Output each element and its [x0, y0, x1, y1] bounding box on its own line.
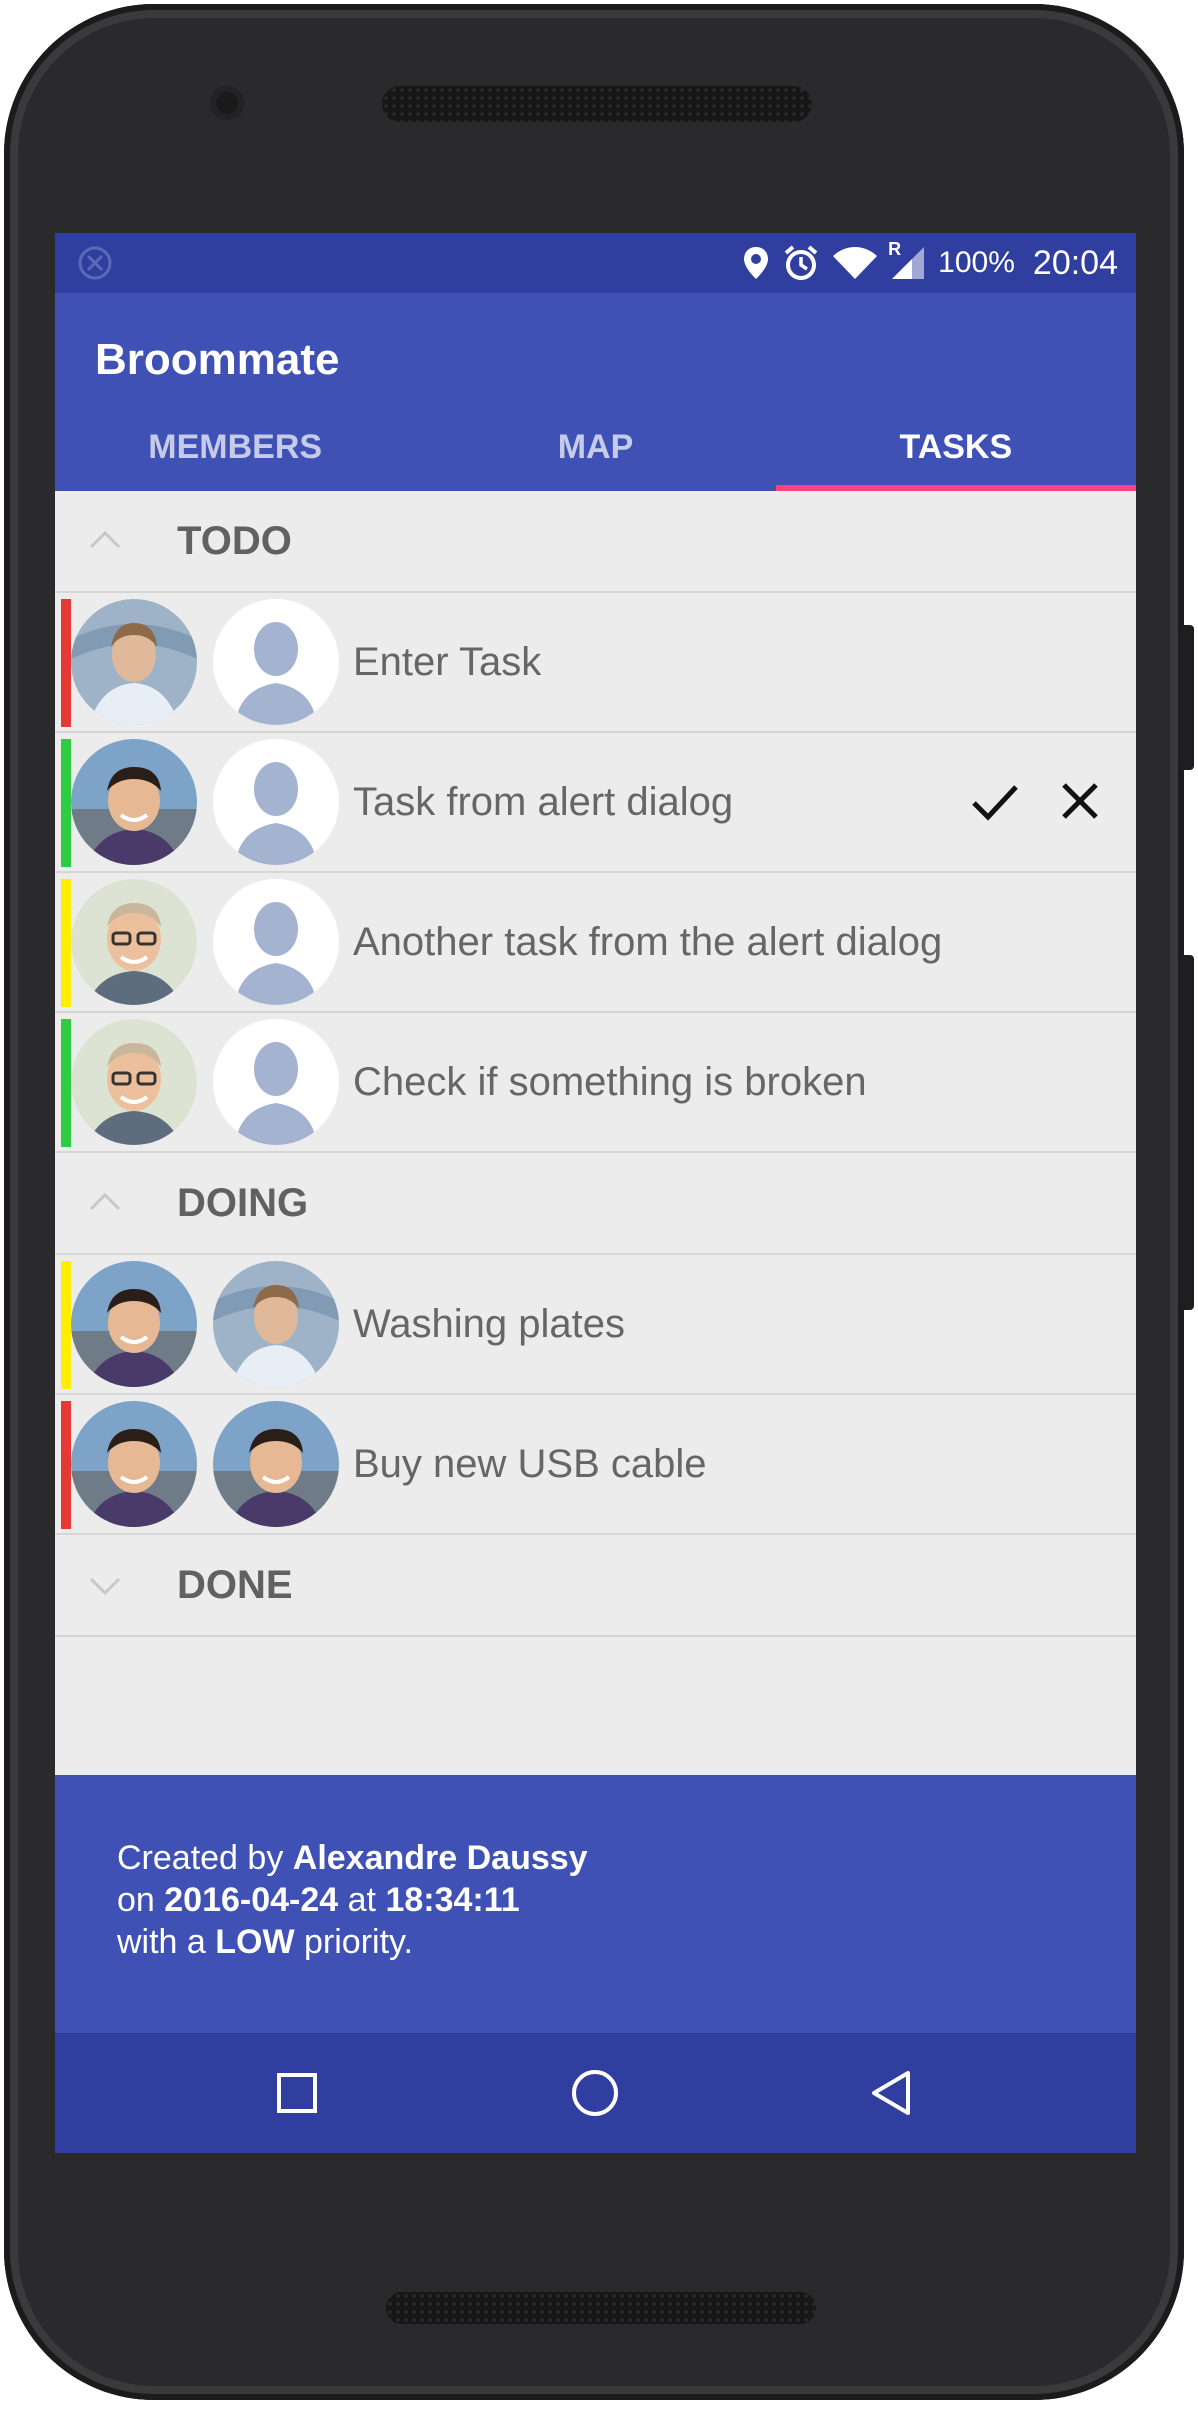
task-row[interactable]: Task from alert dialog — [55, 733, 1136, 873]
tab-members[interactable]: MEMBERS — [55, 403, 415, 491]
status-bar: R 100% 20:04 — [55, 233, 1136, 293]
task-row[interactable]: Washing plates — [55, 1255, 1136, 1395]
task-row[interactable]: Enter Task — [55, 593, 1136, 733]
section-header-doing[interactable]: DOING — [55, 1153, 1136, 1255]
assignee-avatar-placeholder — [213, 879, 339, 1005]
power-button — [1180, 625, 1194, 770]
assignee-avatar — [213, 1261, 339, 1387]
created-time: 18:34:11 — [385, 1881, 520, 1919]
creator-name: Alexandre Daussy — [292, 1839, 588, 1877]
home-button[interactable] — [565, 2063, 625, 2123]
tab-map[interactable]: MAP — [415, 403, 775, 491]
section-header-todo[interactable]: TODO — [55, 491, 1136, 593]
creator-avatar — [71, 879, 197, 1005]
creator-avatar — [71, 739, 197, 865]
at-label: at — [338, 1881, 386, 1919]
creator-avatar — [71, 1401, 197, 1527]
created-date: 2016-04-24 — [164, 1881, 339, 1919]
assignee-avatar-placeholder — [213, 599, 339, 725]
app-title: Broommate — [95, 335, 340, 384]
task-actions — [968, 775, 1106, 827]
alarm-icon — [782, 244, 820, 282]
priority-indicator — [61, 739, 71, 867]
location-icon — [742, 245, 770, 281]
square-icon — [277, 2073, 317, 2113]
section-label: DOING — [177, 1181, 309, 1225]
creator-avatar — [71, 599, 197, 725]
navigation-bar — [55, 2033, 1136, 2153]
front-camera — [210, 86, 244, 120]
task-list: TODO Enter Task Task from alert dialog A… — [55, 491, 1136, 1637]
priority-suffix: priority. — [294, 1923, 413, 1961]
creator-avatar — [71, 1261, 197, 1387]
task-title: Another task from the alert dialog — [353, 919, 943, 964]
priority-indicator — [61, 1401, 71, 1529]
screen: R 100% 20:04 Broommate MEMBERS MAP TASKS… — [55, 233, 1136, 2153]
task-title: Buy new USB cable — [353, 1441, 707, 1486]
bottom-speaker — [386, 2292, 816, 2324]
with-label: with a — [117, 1923, 216, 1961]
section-label: TODO — [177, 519, 292, 563]
created-by-label: Created by — [117, 1839, 293, 1877]
app-bar: Broommate MEMBERS MAP TASKS — [55, 293, 1136, 491]
back-triangle-icon — [872, 2071, 910, 2115]
battery-percent: 100% — [938, 246, 1015, 279]
back-button[interactable] — [861, 2063, 921, 2123]
task-row[interactable]: Buy new USB cable — [55, 1395, 1136, 1535]
chevron-up-icon[interactable] — [85, 521, 125, 561]
priority-indicator — [61, 1261, 71, 1389]
roaming-indicator: R — [888, 239, 902, 259]
created-on-line: on 2016-04-24 at 18:34:11 — [117, 1879, 588, 1921]
check-icon[interactable] — [968, 775, 1020, 827]
assignee-avatar — [213, 1401, 339, 1527]
section-header-done[interactable]: DONE — [55, 1535, 1136, 1637]
section-label: DONE — [177, 1563, 293, 1607]
tab-tasks[interactable]: TASKS — [775, 403, 1136, 491]
priority-indicator — [61, 1019, 71, 1147]
circle-icon — [572, 2070, 618, 2116]
priority-line: with a LOW priority. — [117, 1921, 588, 1963]
assignee-avatar-placeholder — [213, 1019, 339, 1145]
task-title: Task from alert dialog — [353, 779, 734, 824]
priority-indicator — [61, 879, 71, 1007]
status-time: 20:04 — [1032, 243, 1118, 282]
chevron-down-icon[interactable] — [85, 1565, 125, 1605]
creator-avatar — [71, 1019, 197, 1145]
priority-value: LOW — [215, 1923, 295, 1961]
task-row[interactable]: Check if something is broken — [55, 1013, 1136, 1153]
close-icon[interactable] — [1054, 775, 1106, 827]
priority-indicator — [61, 599, 71, 727]
volume-button — [1180, 955, 1194, 1310]
task-title: Check if something is broken — [353, 1059, 867, 1104]
recents-button[interactable] — [267, 2063, 327, 2123]
top-speaker — [382, 86, 812, 122]
on-label: on — [117, 1881, 165, 1919]
assignee-avatar-placeholder — [213, 739, 339, 865]
task-details-panel: Created by Alexandre Daussy on 2016-04-2… — [55, 1775, 1136, 2033]
chevron-up-icon[interactable] — [85, 1183, 125, 1223]
task-row[interactable]: Another task from the alert dialog — [55, 873, 1136, 1013]
signal-icon: R — [888, 239, 926, 281]
task-title: Enter Task — [353, 639, 542, 684]
task-title: Washing plates — [353, 1301, 625, 1346]
wifi-icon — [832, 246, 878, 280]
notification-close-icon — [77, 245, 113, 281]
tab-bar: MEMBERS MAP TASKS — [55, 403, 1136, 491]
created-by-line: Created by Alexandre Daussy — [117, 1837, 588, 1879]
